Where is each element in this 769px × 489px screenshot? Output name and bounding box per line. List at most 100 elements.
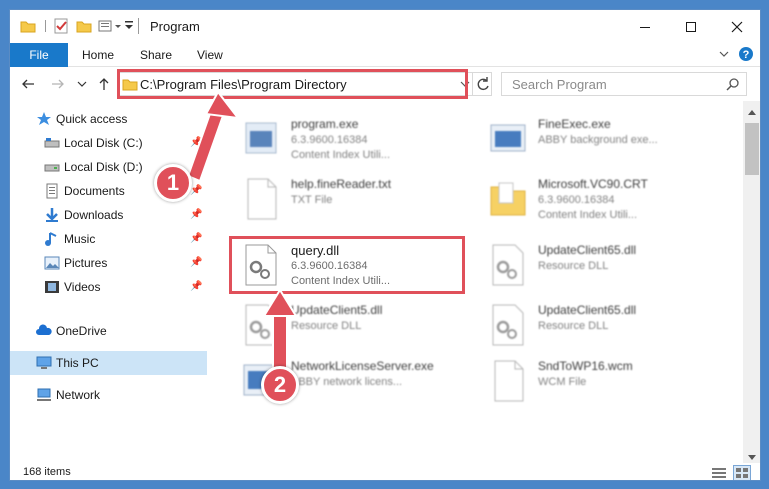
file-type: TXT File (291, 194, 333, 206)
videos-icon (44, 279, 60, 295)
pin-icon: 📌 (190, 233, 203, 244)
arrow-right-icon (52, 79, 64, 89)
maximize-icon (686, 21, 696, 32)
expand-ribbon-icon[interactable] (718, 47, 730, 64)
details-view-icon[interactable] (711, 466, 727, 480)
text-file-icon (487, 359, 529, 403)
file-item-microsoft-vc90-crt[interactable]: Microsoft.VC90.CRT 6.3.9600.16384 Conten… (487, 175, 727, 225)
maximize-button[interactable] (668, 10, 714, 43)
sidebar-item-onedrive[interactable]: OneDrive (10, 319, 207, 343)
pictures-icon (44, 255, 60, 271)
tab-share[interactable]: Share (126, 43, 186, 67)
sidebar-item-videos[interactable]: Videos 📌 (10, 275, 207, 299)
file-list: program.exe 6.3.9600.16384 Content Index… (207, 101, 743, 463)
file-name: Microsoft.VC90.CRT (538, 177, 648, 191)
file-explorer-window: Program File Home Share View ? C:\Progra… (9, 9, 761, 481)
chevron-down-icon[interactable] (124, 19, 134, 37)
sidebar-item-network[interactable]: Network (10, 383, 207, 407)
tab-home[interactable]: Home (68, 43, 128, 67)
refresh-icon[interactable] (475, 76, 491, 95)
properties-icon[interactable] (53, 18, 69, 36)
sidebar-item-label: Local Disk (D:) (64, 160, 143, 174)
scroll-up-icon[interactable] (747, 105, 757, 119)
title-divider (138, 18, 139, 34)
file-name: FineExec.exe (538, 117, 611, 131)
close-button[interactable] (714, 10, 760, 43)
sidebar-item-pictures[interactable]: Pictures 📌 (10, 251, 207, 275)
pin-icon: 📌 (190, 161, 203, 172)
star-icon (36, 111, 52, 127)
file-item-fineexec-exe[interactable]: FineExec.exe ABBY background exe... (487, 115, 727, 165)
exe-icon (487, 117, 529, 161)
scrollbar-thumb[interactable] (745, 123, 759, 175)
new-folder-icon[interactable] (76, 18, 92, 36)
ribbon-tabs: File Home Share View ? (10, 43, 760, 93)
navigation-bar: C:\Program Files\Program Directory Searc… (10, 67, 760, 101)
dll-icon (487, 243, 529, 287)
file-name: UpdateClient65.dll (538, 303, 637, 317)
network-icon (36, 387, 52, 403)
sidebar-item-label: This PC (56, 356, 99, 370)
file-description: ABBY background exe... (538, 134, 658, 146)
selected-file-highlight-frame (229, 236, 465, 294)
search-icon[interactable] (726, 77, 740, 94)
arrow-up-icon (99, 78, 109, 90)
pin-icon: 📌 (190, 209, 203, 220)
file-item-sndtowp16-wcm[interactable]: SndToWP16.wcm WCM File (487, 357, 727, 407)
file-name: UpdateClient5.dll (291, 303, 383, 317)
file-name: UpdateClient65.dll (538, 243, 637, 257)
sidebar-item-music[interactable]: Music 📌 (10, 227, 207, 251)
help-icon[interactable]: ? (738, 46, 754, 65)
close-icon (731, 21, 743, 32)
step-marker-1: 1 (154, 164, 192, 202)
folder-icon (487, 177, 529, 221)
file-item-help-finereader-txt[interactable]: help.fineReader.txt TXT File (240, 175, 480, 225)
dll-icon (487, 303, 529, 347)
sidebar-item-label: Network (56, 388, 101, 402)
quick-access-toolbar-divider (44, 18, 48, 36)
dll-icon (240, 303, 282, 347)
forward-button[interactable] (48, 74, 68, 94)
file-item-updateclient5-dll[interactable]: UpdateClient5.dll Resource DLL (240, 301, 480, 351)
back-button[interactable] (18, 74, 38, 94)
drive-icon (44, 135, 60, 151)
download-icon (44, 207, 60, 223)
sidebar-item-local-disk-c[interactable]: Local Disk (C:) 📌 (10, 131, 207, 155)
large-icons-view-icon[interactable] (733, 465, 751, 480)
file-type: Resource DLL (538, 320, 609, 332)
cloud-icon (36, 323, 52, 339)
customize-toolbar-icon[interactable] (98, 18, 126, 36)
file-type: WCM File (538, 376, 587, 388)
svg-text:?: ? (743, 49, 750, 61)
file-type: Resource DLL (291, 320, 362, 332)
folder-icon (20, 18, 36, 36)
vertical-scrollbar[interactable] (743, 101, 760, 463)
arrow-left-icon (22, 79, 34, 89)
file-item-updateclient65-dll-2[interactable]: UpdateClient65.dll Resource DLL (487, 301, 727, 351)
chevron-down-icon (77, 81, 87, 87)
text-file-icon (240, 177, 282, 221)
file-name: NetworkLicenseServer.exe (291, 359, 434, 373)
up-button[interactable] (94, 74, 114, 94)
drive-icon (44, 159, 60, 175)
sidebar-item-downloads[interactable]: Downloads 📌 (10, 203, 207, 227)
sidebar-item-label: Music (64, 232, 96, 246)
file-version: 6.3.9600.16384 (538, 194, 615, 206)
sidebar-item-label: Pictures (64, 256, 108, 270)
minimize-button[interactable] (622, 10, 668, 43)
exe-icon (240, 117, 282, 161)
sidebar-item-label: Videos (64, 280, 101, 294)
recent-locations-button[interactable] (72, 74, 92, 94)
search-placeholder[interactable]: Search Program (512, 77, 607, 92)
navigation-pane: Quick access Local Disk (C:) 📌 Local Dis… (10, 101, 207, 463)
computer-icon (36, 355, 52, 371)
search-box[interactable]: Search Program (501, 72, 747, 96)
file-item-updateclient65-dll[interactable]: UpdateClient65.dll Resource DLL (487, 241, 727, 291)
sidebar-item-label: Documents (64, 184, 125, 198)
sidebar-item-this-pc[interactable]: This PC (10, 351, 207, 375)
item-count: 168 items (23, 466, 71, 478)
file-version: 6.3.9600.16384 (291, 134, 368, 146)
file-item-program-exe[interactable]: program.exe 6.3.9600.16384 Content Index… (240, 115, 480, 165)
sidebar-item-quick-access[interactable]: Quick access (10, 107, 207, 131)
tab-view[interactable]: View (183, 43, 237, 67)
